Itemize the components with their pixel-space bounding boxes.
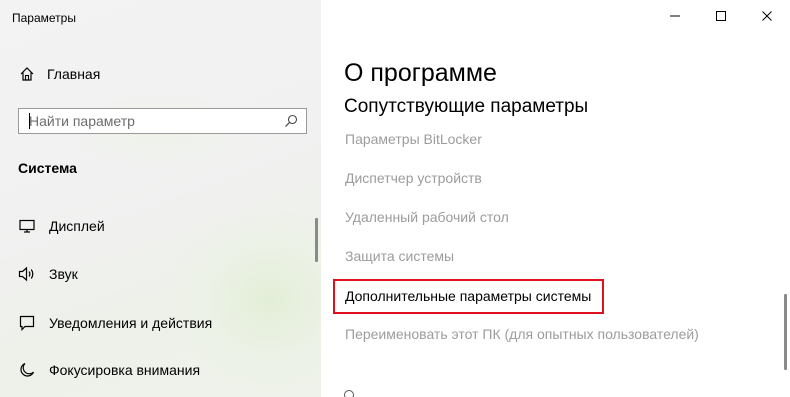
- minimize-icon: [670, 15, 680, 17]
- section-title: Сопутствующие параметры: [344, 96, 589, 117]
- sidebar-item-label: Звук: [49, 266, 78, 282]
- minimize-button[interactable]: [652, 0, 698, 32]
- sidebar-item-focus-assist[interactable]: Фокусировка внимания: [0, 350, 321, 390]
- link-advanced-system-settings[interactable]: Дополнительные параметры системы: [345, 288, 591, 304]
- notification-icon: [18, 314, 36, 332]
- link-rename-pc[interactable]: Переименовать этот ПК (для опытных польз…: [345, 326, 699, 342]
- monitor-icon: [18, 217, 36, 235]
- text-cursor: [29, 113, 30, 129]
- link-remote-desktop[interactable]: Удаленный рабочий стол: [345, 209, 509, 225]
- sidebar-item-label: Дисплей: [49, 218, 105, 234]
- link-system-protection[interactable]: Защита системы: [345, 248, 454, 264]
- window-title: Параметры: [12, 11, 76, 25]
- partial-icon: [344, 390, 354, 397]
- maximize-icon: [716, 11, 726, 21]
- sidebar-item-label: Фокусировка внимания: [49, 362, 201, 378]
- sidebar-scrollbar[interactable]: [315, 218, 318, 262]
- sidebar-item-home[interactable]: Главная: [0, 54, 321, 94]
- main-scrollbar[interactable]: [784, 294, 787, 370]
- maximize-button[interactable]: [698, 0, 744, 32]
- close-button[interactable]: [744, 0, 790, 32]
- window-controls: [652, 0, 790, 32]
- speaker-icon: [18, 265, 36, 283]
- sidebar-item-sound[interactable]: Звук: [0, 254, 321, 294]
- moon-icon: [18, 361, 36, 379]
- search-icon[interactable]: [284, 114, 298, 128]
- search-input[interactable]: [19, 109, 279, 133]
- sidebar-section-heading: Система: [18, 160, 77, 176]
- search-box[interactable]: [18, 108, 307, 134]
- sidebar-item-home-label: Главная: [47, 66, 101, 82]
- sidebar-item-label: Уведомления и действия: [49, 315, 213, 331]
- page-title: О программе: [344, 59, 497, 87]
- link-bitlocker-settings[interactable]: Параметры BitLocker: [345, 131, 482, 147]
- home-icon: [18, 65, 36, 83]
- link-device-manager[interactable]: Диспетчер устройств: [345, 170, 482, 186]
- close-icon: [762, 11, 772, 21]
- main-content: О программе Сопутствующие параметры Пара…: [321, 0, 790, 397]
- sidebar-item-display[interactable]: Дисплей: [0, 206, 321, 246]
- sidebar: Параметры Главная Система: [0, 0, 321, 397]
- sidebar-item-notifications[interactable]: Уведомления и действия: [0, 303, 321, 343]
